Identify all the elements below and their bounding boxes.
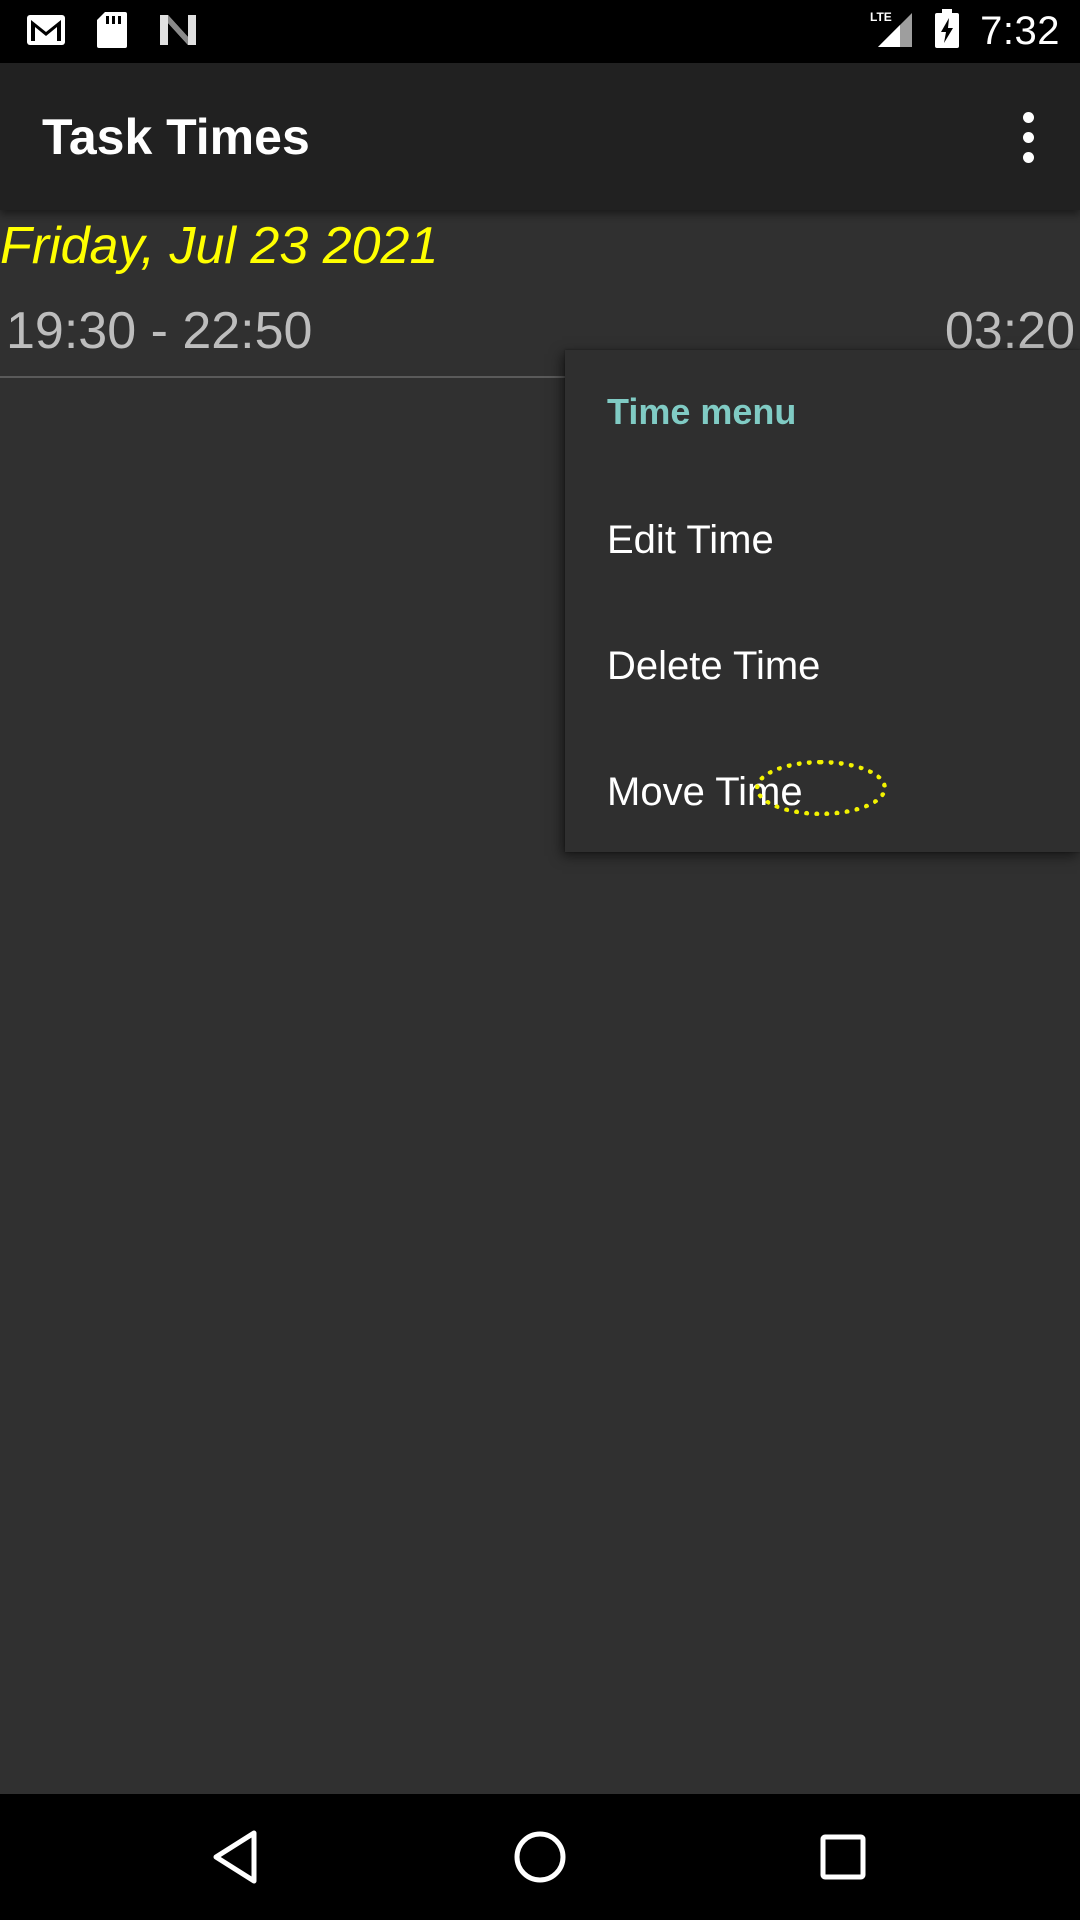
tap-indicator [755, 760, 887, 816]
recents-icon [820, 1834, 866, 1880]
n-logo-icon [158, 13, 198, 52]
home-icon [514, 1831, 566, 1883]
status-time: 7:32 [980, 9, 1060, 53]
home-button[interactable] [505, 1822, 575, 1892]
app-bar: Task Times [0, 63, 1080, 210]
menu-title: Time menu [607, 391, 797, 432]
more-vert-icon-dot [1022, 151, 1034, 163]
navigation-bar [0, 1794, 1080, 1920]
sd-card-icon [96, 11, 128, 54]
status-bar: LTE 7:32 [0, 0, 1080, 63]
gmail-icon [26, 14, 66, 51]
overflow-menu-button[interactable] [996, 101, 1060, 173]
delete-time-menu-item[interactable]: Delete Time [565, 606, 1080, 726]
edit-time-menu-item[interactable]: Edit Time [565, 480, 1080, 600]
menu-item-label: Delete Time [607, 644, 821, 688]
lte-signal-icon: LTE [870, 9, 914, 54]
more-vert-icon-dot [1022, 131, 1034, 143]
app-title: Task Times [42, 109, 310, 165]
time-range: 19:30 - 22:50 [6, 302, 313, 360]
recents-button[interactable] [808, 1822, 878, 1892]
date-heading: Friday, Jul 23 2021 [0, 217, 439, 275]
back-button[interactable] [200, 1822, 270, 1892]
more-vert-icon [1022, 111, 1034, 123]
back-icon [213, 1830, 257, 1884]
svg-text:LTE: LTE [870, 10, 892, 24]
menu-item-label: Edit Time [607, 518, 774, 562]
screen: LTE 7:32 Task Times Friday, Jul 23 2021 … [0, 0, 1080, 1920]
battery-charging-icon [934, 9, 960, 54]
